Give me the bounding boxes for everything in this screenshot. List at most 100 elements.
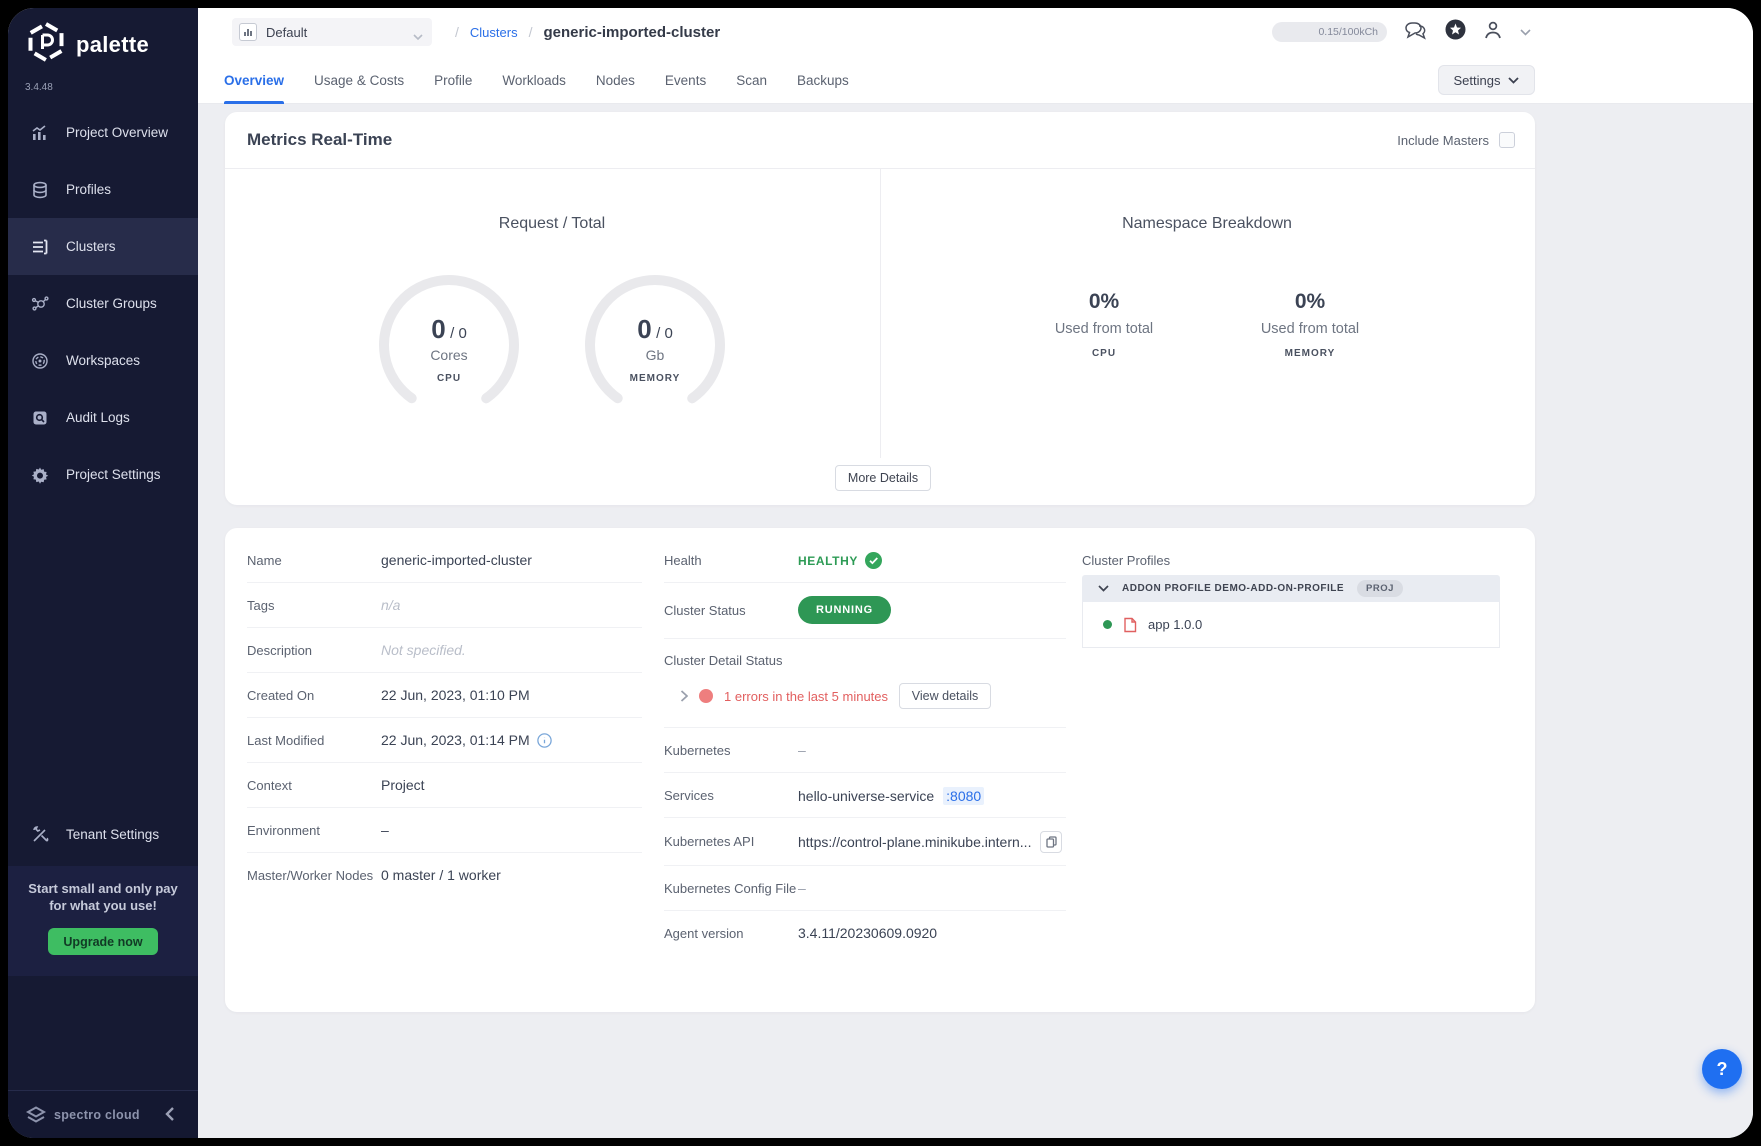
gear-icon: [30, 465, 50, 485]
cpu-gauge: 0 / 0 Cores CPU: [374, 270, 524, 420]
brand-name: palette: [76, 32, 149, 58]
error-dot-icon: [699, 689, 713, 703]
tenant-settings-label: Tenant Settings: [66, 827, 159, 842]
top-bar: Default / Clusters / generic-imported-cl…: [198, 8, 1753, 56]
sidebar-collapse-icon[interactable]: [165, 1107, 174, 1126]
namespace-memory-caption: MEMORY: [1200, 348, 1420, 359]
copy-icon[interactable]: [1040, 831, 1062, 853]
workspaces-icon: [30, 351, 50, 371]
info-row-tags: Tags n/a: [247, 583, 642, 628]
sidebar-footer: spectro cloud: [8, 1090, 198, 1138]
breadcrumb: / Clusters / generic-imported-cluster: [455, 8, 720, 56]
cluster-tab-bar: Overview Usage & Costs Profile Workloads…: [198, 56, 1753, 104]
view-details-button[interactable]: View details: [899, 683, 991, 709]
tab-overview[interactable]: Overview: [224, 56, 284, 104]
chevron-right-icon[interactable]: [680, 690, 688, 702]
health-status-value: HEALTHY: [798, 554, 858, 568]
kubernetes-row: Kubernetes –: [664, 728, 1066, 773]
namespace-memory-stat: 0% Used from total MEMORY: [1200, 290, 1420, 359]
service-name: hello-universe-service: [798, 788, 934, 804]
memory-gauge-total: / 0: [656, 325, 673, 342]
info-icon[interactable]: [537, 733, 552, 748]
row-label: Name: [247, 538, 282, 583]
row-value: Project: [381, 763, 425, 808]
sidebar-item-label: Project Settings: [66, 467, 161, 482]
main-content: Metrics Real-Time Include Masters Reques…: [198, 104, 1753, 1138]
row-value: 0 master / 1 worker: [381, 853, 501, 898]
memory-gauge-unit: Gb: [580, 347, 730, 363]
sidebar-nav: Project Overview Profiles Clusters: [8, 104, 198, 503]
sidebar-item-project-settings[interactable]: Project Settings: [8, 446, 198, 503]
tab-usage-costs[interactable]: Usage & Costs: [314, 56, 404, 104]
row-label: Context: [247, 763, 292, 808]
profiles-icon: [30, 180, 50, 200]
health-label: Health: [664, 538, 702, 583]
sidebar-item-label: Workspaces: [66, 353, 140, 368]
whats-new-icon[interactable]: [1445, 19, 1466, 45]
sidebar-item-project-overview[interactable]: Project Overview: [8, 104, 198, 161]
kubernetes-label: Kubernetes: [664, 728, 731, 773]
project-selector-value: Default: [266, 25, 307, 40]
chevron-down-icon: [1098, 585, 1109, 592]
memory-gauge-value: 0: [637, 314, 651, 344]
breadcrumb-clusters-link[interactable]: Clusters: [470, 25, 518, 40]
kubernetes-value: –: [798, 728, 806, 773]
chat-icon[interactable]: [1404, 20, 1428, 45]
sidebar-item-profiles[interactable]: Profiles: [8, 161, 198, 218]
agent-version-value: 3.4.11/20230609.0920: [798, 911, 937, 956]
cpu-gauge-caption: CPU: [374, 373, 524, 384]
app-version: 3.4.48: [25, 82, 53, 93]
cluster-detail-status-row: Cluster Detail Status 1 errors in the la…: [664, 639, 1066, 728]
kubernetes-api-row: Kubernetes API https://control-plane.min…: [664, 818, 1066, 866]
breadcrumb-separator: /: [529, 24, 533, 40]
service-port-link[interactable]: :8080: [943, 787, 984, 805]
sidebar-item-clusters[interactable]: Clusters: [8, 218, 198, 275]
help-button[interactable]: ?: [1702, 1049, 1742, 1089]
tab-events[interactable]: Events: [665, 56, 706, 104]
audit-logs-icon: [30, 408, 50, 428]
tab-workloads[interactable]: Workloads: [502, 56, 566, 104]
app-window: palette 3.4.48 Project Overview Profiles: [8, 8, 1753, 1138]
cluster-status-row: Cluster Status RUNNING: [664, 583, 1066, 639]
agent-version-row: Agent version 3.4.11/20230609.0920: [664, 911, 1066, 956]
settings-button[interactable]: Settings: [1438, 65, 1535, 95]
sidebar-item-cluster-groups[interactable]: Cluster Groups: [8, 275, 198, 332]
profile-layer-row[interactable]: app 1.0.0: [1082, 602, 1500, 648]
more-details-button[interactable]: More Details: [835, 465, 931, 491]
sidebar-item-label: Clusters: [66, 239, 116, 254]
cpu-gauge-unit: Cores: [374, 347, 524, 363]
top-right-actions: 0.15/100kCh: [1272, 8, 1531, 56]
tab-profile[interactable]: Profile: [434, 56, 472, 104]
upgrade-now-button[interactable]: Upgrade now: [48, 928, 158, 955]
project-selector[interactable]: Default: [232, 18, 432, 46]
cluster-detail-status-label: Cluster Detail Status: [664, 653, 783, 668]
memory-gauge: 0 / 0 Gb MEMORY: [580, 270, 730, 420]
divider: [880, 168, 881, 458]
metrics-realtime-card: Metrics Real-Time Include Masters Reques…: [225, 112, 1535, 505]
info-row-nodes: Master/Worker Nodes 0 master / 1 worker: [247, 853, 642, 898]
chevron-down-icon[interactable]: [1520, 23, 1531, 41]
tools-icon: [30, 824, 50, 844]
health-row: Health HEALTHY: [664, 538, 1066, 583]
cluster-profiles-box: ADDON PROFILE DEMO-ADD-ON-PROFILE PROJ a…: [1082, 575, 1500, 648]
row-value: 22 Jun, 2023, 01:10 PM: [381, 673, 530, 718]
include-masters-checkbox[interactable]: [1499, 132, 1515, 148]
profile-accordion-header[interactable]: ADDON PROFILE DEMO-ADD-ON-PROFILE PROJ: [1082, 575, 1500, 602]
cpu-gauge-total: / 0: [450, 325, 467, 342]
footer-brand-label: spectro cloud: [54, 1108, 140, 1122]
tab-scan[interactable]: Scan: [736, 56, 767, 104]
sidebar-item-tenant-settings[interactable]: Tenant Settings: [8, 806, 198, 862]
cluster-details-card: Name generic-imported-cluster Tags n/a D…: [225, 528, 1535, 1012]
sidebar-item-label: Profiles: [66, 182, 111, 197]
sidebar-item-audit-logs[interactable]: Audit Logs: [8, 389, 198, 446]
tab-nodes[interactable]: Nodes: [596, 56, 635, 104]
user-icon[interactable]: [1483, 20, 1503, 45]
services-row: Services hello-universe-service :8080: [664, 773, 1066, 818]
namespace-cpu-percent: 0%: [994, 290, 1214, 314]
project-scope-icon: [239, 23, 257, 41]
tab-backups[interactable]: Backups: [797, 56, 849, 104]
kubernetes-api-label: Kubernetes API: [664, 818, 754, 866]
sidebar-item-workspaces[interactable]: Workspaces: [8, 332, 198, 389]
cluster-groups-icon: [30, 294, 50, 314]
request-total-title: Request / Total: [352, 215, 752, 233]
